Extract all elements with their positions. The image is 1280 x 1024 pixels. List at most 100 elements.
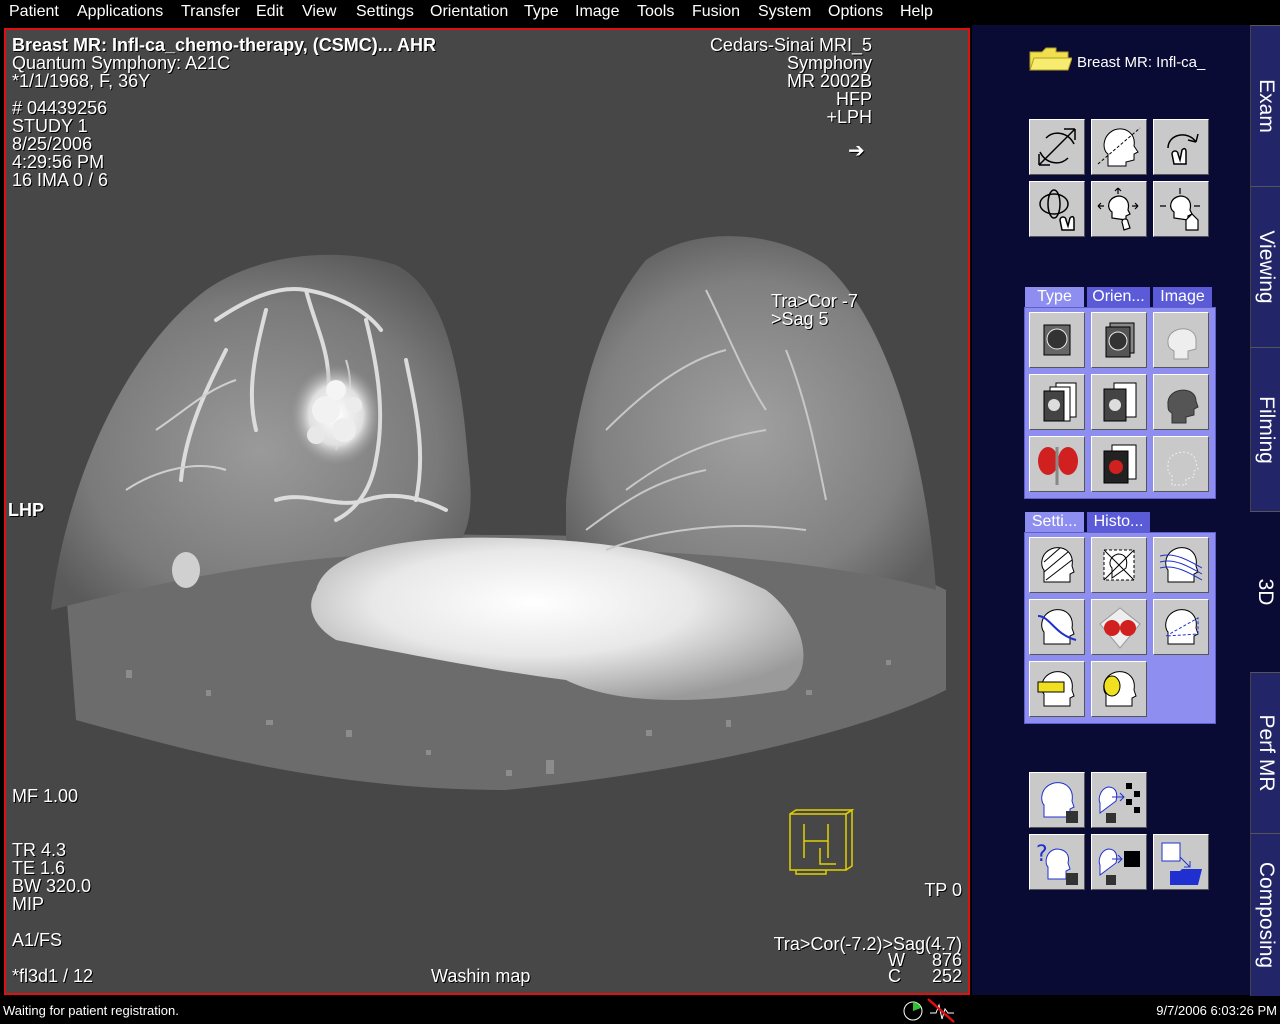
pan-zoom-rotate-tool[interactable] xyxy=(1029,119,1085,175)
rotate-hand-icon xyxy=(1167,133,1199,165)
skull-icon xyxy=(1167,328,1197,360)
overlay-washin: Washin map xyxy=(431,966,531,986)
overlay-patient-id: # 04439256 xyxy=(12,98,108,118)
type-mpr-thick-tool[interactable] xyxy=(1091,374,1147,430)
overlay-study: STUDY 1 xyxy=(12,116,88,136)
tab-3d[interactable]: 3D xyxy=(1250,511,1280,672)
tab-histogram[interactable]: Histo... xyxy=(1087,512,1150,532)
settings-volume-tool[interactable] xyxy=(1091,599,1147,655)
help-head-icon: ? xyxy=(1036,842,1078,885)
send-to-layout-tool[interactable] xyxy=(1091,772,1147,828)
folder-icon[interactable] xyxy=(1028,46,1072,72)
settings-yellow-bar-tool[interactable] xyxy=(1029,661,1085,717)
overlay-dob: *1/1/1968, F, 36Y xyxy=(12,71,151,91)
settings-curve-tool[interactable] xyxy=(1029,599,1085,655)
menu-transfer[interactable]: Transfer xyxy=(181,3,240,21)
overlay-lph: +LPH xyxy=(826,107,872,127)
help-head-tool[interactable]: ? xyxy=(1029,834,1085,890)
overlay-c-label: C xyxy=(888,966,901,986)
overlay-model: Symphony xyxy=(786,53,872,73)
export-folder-tool[interactable] xyxy=(1153,834,1209,890)
slices-stack-icon xyxy=(1103,382,1137,422)
image-viewport[interactable]: Breast MR: Infl-ca_chemo-therapy, (CSMC)… xyxy=(4,28,970,995)
tab-filming[interactable]: Filming xyxy=(1250,347,1280,511)
menu-bar: Patient Applications Transfer Edit View … xyxy=(0,0,1280,25)
overlay-te: TE 1.6 xyxy=(12,858,66,878)
type-color-vrt-tool[interactable] xyxy=(1029,436,1085,492)
type-ssd-tool[interactable] xyxy=(1091,312,1147,368)
menu-image[interactable]: Image xyxy=(575,3,619,21)
settings-slab-tool[interactable] xyxy=(1153,537,1209,593)
move-head-tool[interactable] xyxy=(1091,181,1147,237)
overlay-mr: MR 2002B xyxy=(786,71,872,91)
type-mip-tool[interactable] xyxy=(1029,312,1085,368)
export-folder-icon xyxy=(1161,842,1202,885)
overlay-a1fs: A1/FS xyxy=(12,930,63,950)
slices-icon xyxy=(1043,382,1077,422)
menu-system[interactable]: System xyxy=(758,3,811,21)
status-datetime: 9/7/2006 6:03:26 PM xyxy=(1156,1003,1277,1018)
slice-head-tool[interactable] xyxy=(1091,119,1147,175)
menu-edit[interactable]: Edit xyxy=(256,3,284,21)
menu-view[interactable]: View xyxy=(302,3,336,21)
tab-composing[interactable]: Composing xyxy=(1250,833,1280,996)
move-head-home-icon xyxy=(1160,188,1200,231)
type-outline-tool[interactable] xyxy=(1153,436,1209,492)
overlay-date: 8/25/2006 xyxy=(12,134,93,154)
type-surface-tool[interactable] xyxy=(1153,374,1209,430)
menu-orientation[interactable]: Orientation xyxy=(430,3,508,21)
menu-patient[interactable]: Patient xyxy=(9,3,59,21)
overlay-hfp: HFP xyxy=(836,89,872,109)
color-slice-icon xyxy=(1103,444,1137,484)
move-head-home-tool[interactable] xyxy=(1153,181,1209,237)
status-message: Waiting for patient registration. xyxy=(3,1003,179,1018)
progress-clock-icon xyxy=(903,1001,923,1021)
rotate-hand-tool[interactable] xyxy=(1153,119,1209,175)
orbit-hand-tool[interactable] xyxy=(1029,181,1085,237)
type-mpr-tool[interactable] xyxy=(1029,374,1085,430)
overlay-system: Quantum Symphony: A21C xyxy=(12,53,231,73)
menu-help[interactable]: Help xyxy=(900,3,933,21)
head-plane-icon xyxy=(1097,127,1141,167)
type-color-mpr-tool[interactable] xyxy=(1091,436,1147,492)
mip-head-icon xyxy=(1043,324,1071,356)
head-to-grid-icon xyxy=(1098,783,1140,823)
menu-type[interactable]: Type xyxy=(524,3,559,21)
tab-type[interactable]: Type xyxy=(1025,287,1084,307)
menu-applications[interactable]: Applications xyxy=(77,3,163,21)
type-vrt-tool[interactable] xyxy=(1153,312,1209,368)
overlay-ima: 16 IMA 0 / 6 xyxy=(12,170,109,190)
overlay-sequence: *fl3d1 / 12 xyxy=(12,966,94,986)
tab-exam[interactable]: Exam xyxy=(1250,25,1280,186)
menu-settings[interactable]: Settings xyxy=(356,3,414,21)
tab-settings[interactable]: Setti... xyxy=(1025,512,1084,532)
clip-box-icon xyxy=(1103,549,1135,581)
menu-options[interactable]: Options xyxy=(828,3,883,21)
head-cutplane-icon xyxy=(1165,609,1199,645)
save-head-tool[interactable] xyxy=(1029,772,1085,828)
menu-tools[interactable]: Tools xyxy=(637,3,674,21)
overlay-lhp: LHP xyxy=(8,500,44,520)
head-yellow-dot-icon xyxy=(1103,671,1137,707)
menu-fusion[interactable]: Fusion xyxy=(692,3,740,21)
head-yellow-bar-icon xyxy=(1037,671,1075,707)
status-bar: Waiting for patient registration. 9/7/20… xyxy=(0,997,1280,1024)
stack-head-icon xyxy=(1105,322,1135,358)
tab-orientation[interactable]: Orien... xyxy=(1087,287,1150,307)
tab-viewing[interactable]: Viewing xyxy=(1250,186,1280,347)
settings-clipbox-tool[interactable] xyxy=(1091,537,1147,593)
settings-clip-tool[interactable] xyxy=(1029,537,1085,593)
settings-yellow-dot-tool[interactable] xyxy=(1091,661,1147,717)
send-to-film-tool[interactable] xyxy=(1091,834,1147,890)
overlay-c-value: 252 xyxy=(931,966,962,986)
network-disconnected-icon xyxy=(927,998,955,1023)
overlay-title: Breast MR: Infl-ca_chemo-therapy, (CSMC)… xyxy=(12,35,437,55)
overlay-tra-cor: Tra>Cor -7 xyxy=(771,291,858,311)
tab-perf-mr[interactable]: Perf MR xyxy=(1250,672,1280,833)
settings-cutplane-tool[interactable] xyxy=(1153,599,1209,655)
save-head-icon xyxy=(1041,782,1078,823)
head-slab-icon xyxy=(1159,547,1203,583)
tab-image[interactable]: Image xyxy=(1153,287,1212,307)
overlay-mf: MF 1.00 xyxy=(12,786,79,806)
overlay-mip: MIP xyxy=(12,894,45,914)
